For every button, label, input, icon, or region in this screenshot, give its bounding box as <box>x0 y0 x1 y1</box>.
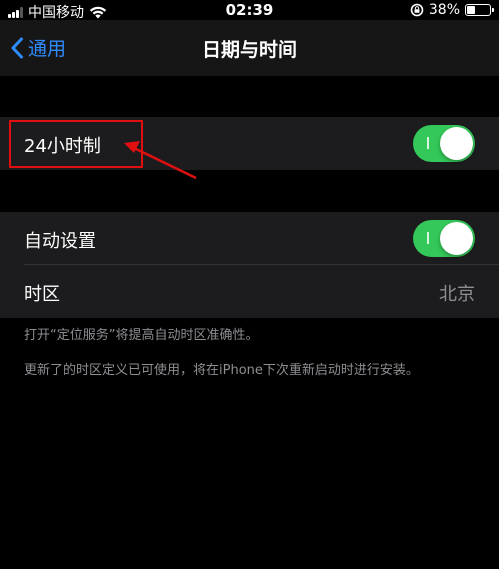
annotation-arrow <box>124 141 197 180</box>
